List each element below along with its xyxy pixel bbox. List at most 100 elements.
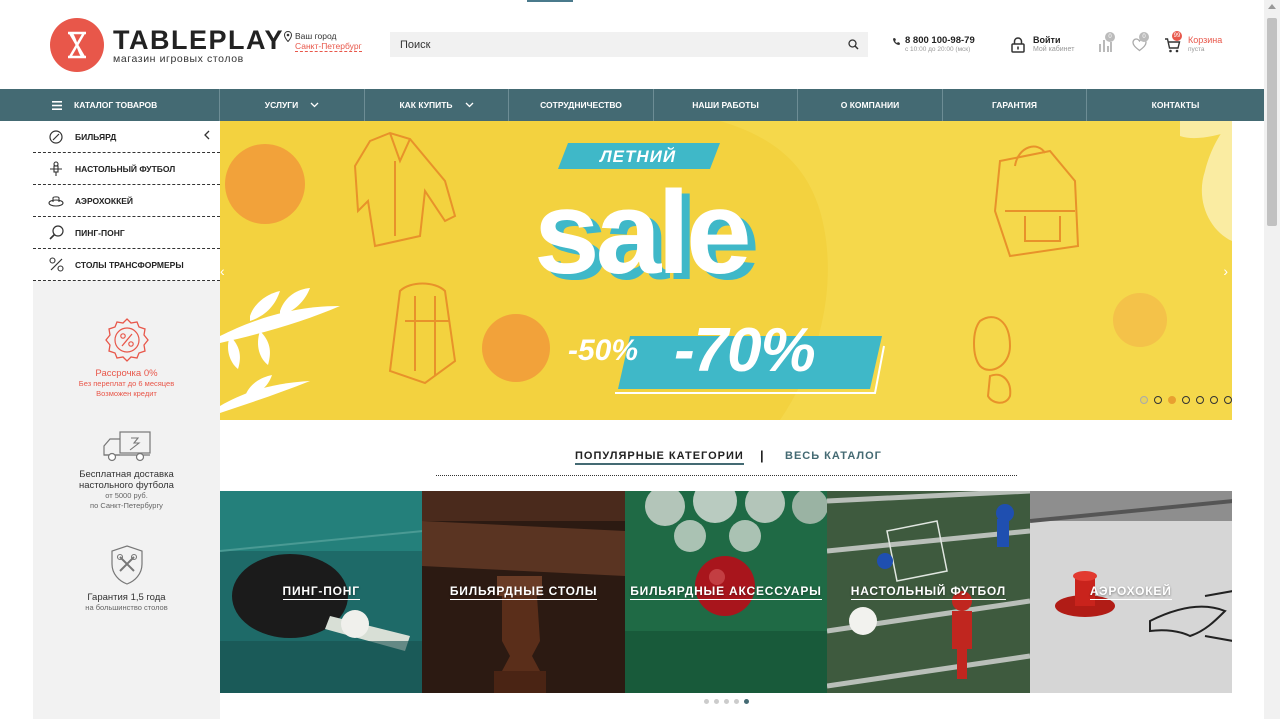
city-value[interactable]: Санкт-Петербург (295, 41, 362, 52)
tile-label: ПИНГ-ПОНГ (282, 584, 360, 600)
phone-icon (893, 38, 900, 45)
promo-banner[interactable]: sale sale ЛЕТНИЙ -50% -70% ‹ › (220, 121, 1232, 420)
nav-item-warranty[interactable]: ГАРАНТИЯ (943, 89, 1087, 121)
category-ping-pong[interactable]: ПИНГ-ПОНГ (33, 217, 220, 249)
tiles-dot[interactable] (714, 699, 719, 704)
sidebar: БИЛЬЯРД НАСТОЛЬНЫЙ ФУТБОЛ АЭРОХОККЕЙ ПИН… (33, 121, 220, 719)
popular-tabs: ПОПУЛЯРНЫЕ КАТЕГОРИИ | ВЕСЬ КАТАЛОГ (436, 448, 1017, 476)
banner-dot[interactable] (1210, 396, 1218, 404)
ping-pong-icon (47, 224, 65, 242)
delivery-truck-icon (33, 429, 220, 463)
nav-item-label: КОНТАКТЫ (1151, 100, 1200, 110)
cart-status: пуста (1188, 46, 1205, 53)
perk-installment: Рассрочка 0% Без переплат до 6 месяцев В… (33, 317, 220, 399)
category-foosball[interactable]: НАСТОЛЬНЫЙ ФУТБОЛ (33, 153, 220, 185)
favorites-count-badge: 0 (1139, 32, 1149, 42)
cart-count-badge: 99 (1172, 31, 1182, 41)
category-transformer-tables[interactable]: СТОЛЫ ТРАНСФОРМЕРЫ (33, 249, 220, 281)
tab-popular-categories[interactable]: ПОПУЛЯРНЫЕ КАТЕГОРИИ (575, 450, 744, 465)
tile-ping-pong[interactable]: ПИНГ-ПОНГ (220, 491, 423, 693)
tile-billiard-tables[interactable]: БИЛЬЯРДНЫЕ СТОЛЫ (422, 491, 625, 693)
nav-item-label: НАШИ РАБОТЫ (692, 100, 759, 110)
nav-item-contacts[interactable]: КОНТАКТЫ (1087, 89, 1264, 121)
category-label: АЭРОХОККЕЙ (75, 195, 134, 206)
banner-dot[interactable] (1182, 396, 1190, 404)
tile-billiard-accessories[interactable]: БИЛЬЯРДНЫЕ АКСЕССУАРЫ (624, 491, 828, 693)
foosball-icon (47, 160, 65, 178)
tile-air-hockey[interactable]: АЭРОХОКЕЙ (1029, 491, 1232, 693)
tiles-pagination (704, 699, 749, 704)
banner-discount-big: -70% (674, 316, 816, 385)
search-button[interactable] (838, 32, 868, 57)
perk-sub: от 5000 руб. (105, 491, 148, 500)
banner-dot[interactable] (1224, 396, 1232, 404)
tile-foosball[interactable]: НАСТОЛЬНЫЙ ФУТБОЛ (827, 491, 1030, 693)
tile-label: БИЛЬЯРДНЫЕ СТОЛЫ (449, 584, 598, 600)
compare-button[interactable]: 0 (1094, 32, 1116, 56)
perk-sub: на большинство столов (85, 603, 168, 612)
chevron-down-icon (310, 102, 319, 108)
category-air-hockey[interactable]: АЭРОХОККЕЙ (33, 185, 220, 217)
chevron-down-icon (465, 102, 474, 108)
perk-free-delivery: Бесплатная доставка настольного футбола … (33, 429, 220, 511)
banner-dot[interactable] (1154, 396, 1162, 404)
perk-title: Гарантия 1,5 года (87, 592, 166, 603)
page-scrollbar[interactable] (1264, 0, 1280, 719)
logo-title: TABLEPLAY (113, 24, 285, 55)
login-title: Войти (1033, 35, 1061, 45)
cart-button[interactable]: 99 (1161, 31, 1183, 56)
nav-item-cooperation[interactable]: СОТРУДНИЧЕСТВО (509, 89, 654, 121)
category-label: СТОЛЫ ТРАНСФОРМЕРЫ (75, 259, 184, 270)
category-list: БИЛЬЯРД НАСТОЛЬНЫЙ ФУТБОЛ АЭРОХОККЕЙ ПИН… (33, 121, 220, 281)
catalog-menu-label: КАТАЛОГ ТОВАРОВ (74, 100, 158, 110)
tiles-dot[interactable] (704, 699, 709, 704)
search-input[interactable] (390, 32, 838, 57)
percent-badge-icon (33, 317, 220, 363)
banner-dot[interactable] (1196, 396, 1204, 404)
lock-icon (1011, 37, 1025, 53)
favorites-button[interactable]: 0 (1128, 32, 1150, 56)
catalog-menu-button[interactable]: КАТАЛОГ ТОВАРОВ (0, 89, 220, 121)
location-pin-icon (284, 31, 292, 42)
tile-label: НАСТОЛЬНЫЙ ФУТБОЛ (850, 584, 1006, 600)
nav-item-how-to-buy[interactable]: КАК КУПИТЬ (365, 89, 509, 121)
banner-dot[interactable] (1140, 396, 1148, 404)
nav-item-about[interactable]: О КОМПАНИИ (798, 89, 943, 121)
site-header: TABLEPLAY магазин игровых столов Ваш гор… (0, 0, 1264, 89)
tile-label: БИЛЬЯРДНЫЕ АКСЕССУАРЫ (630, 584, 822, 600)
logo-emblem-icon (50, 18, 104, 72)
login-subtitle: Мой кабинет (1033, 46, 1075, 53)
nav-item-label: УСЛУГИ (264, 100, 299, 110)
login-button[interactable]: Войти Мой кабинет (1011, 35, 1074, 53)
tile-label: АЭРОХОКЕЙ (1089, 584, 1172, 600)
banner-dot-active[interactable] (1168, 396, 1176, 404)
phone-hours: с 10:00 до 20:00 (мск) (905, 46, 971, 53)
tab-separator: | (760, 448, 764, 463)
tiles-dot[interactable] (724, 699, 729, 704)
nav-item-label: О КОМПАНИИ (840, 100, 900, 110)
scrollbar-thumb[interactable] (1267, 18, 1277, 226)
phone-number[interactable]: 8 800 100-98-79 (905, 35, 975, 46)
category-billiards[interactable]: БИЛЬЯРД (33, 121, 220, 153)
banner-next-arrow[interactable]: › (1223, 263, 1228, 279)
tab-all-catalog[interactable]: ВЕСЬ КАТАЛОГ (785, 450, 882, 462)
phone-block[interactable]: 8 800 100-98-79 с 10:00 до 20:00 (мск) (892, 35, 975, 53)
perk-warranty: Гарантия 1,5 года на большинство столов (33, 544, 220, 613)
burger-menu-icon (52, 100, 62, 110)
nav-item-our-works[interactable]: НАШИ РАБОТЫ (654, 89, 798, 121)
nav-item-services[interactable]: УСЛУГИ (220, 89, 365, 121)
banner-prev-arrow[interactable]: ‹ (220, 263, 225, 279)
scroll-up-arrow-icon[interactable] (1268, 4, 1276, 9)
perk-sub: по Санкт-Петербургу (90, 501, 163, 510)
main-nav: КАТАЛОГ ТОВАРОВ УСЛУГИ КАК КУПИТЬ СОТРУД… (0, 89, 1264, 121)
cart-info[interactable]: Корзина пуста (1188, 35, 1222, 53)
search-icon (847, 39, 859, 50)
tiles-dot[interactable] (734, 699, 739, 704)
category-label: ПИНГ-ПОНГ (75, 227, 125, 238)
warranty-tools-icon (33, 544, 220, 586)
tiles-dot-active[interactable] (744, 699, 749, 704)
city-selector[interactable]: Ваш город Санкт-Петербург (284, 31, 362, 52)
banner-pagination (1140, 396, 1232, 404)
banner-discount-small: -50% (568, 334, 639, 367)
logo[interactable]: TABLEPLAY магазин игровых столов (50, 18, 284, 72)
